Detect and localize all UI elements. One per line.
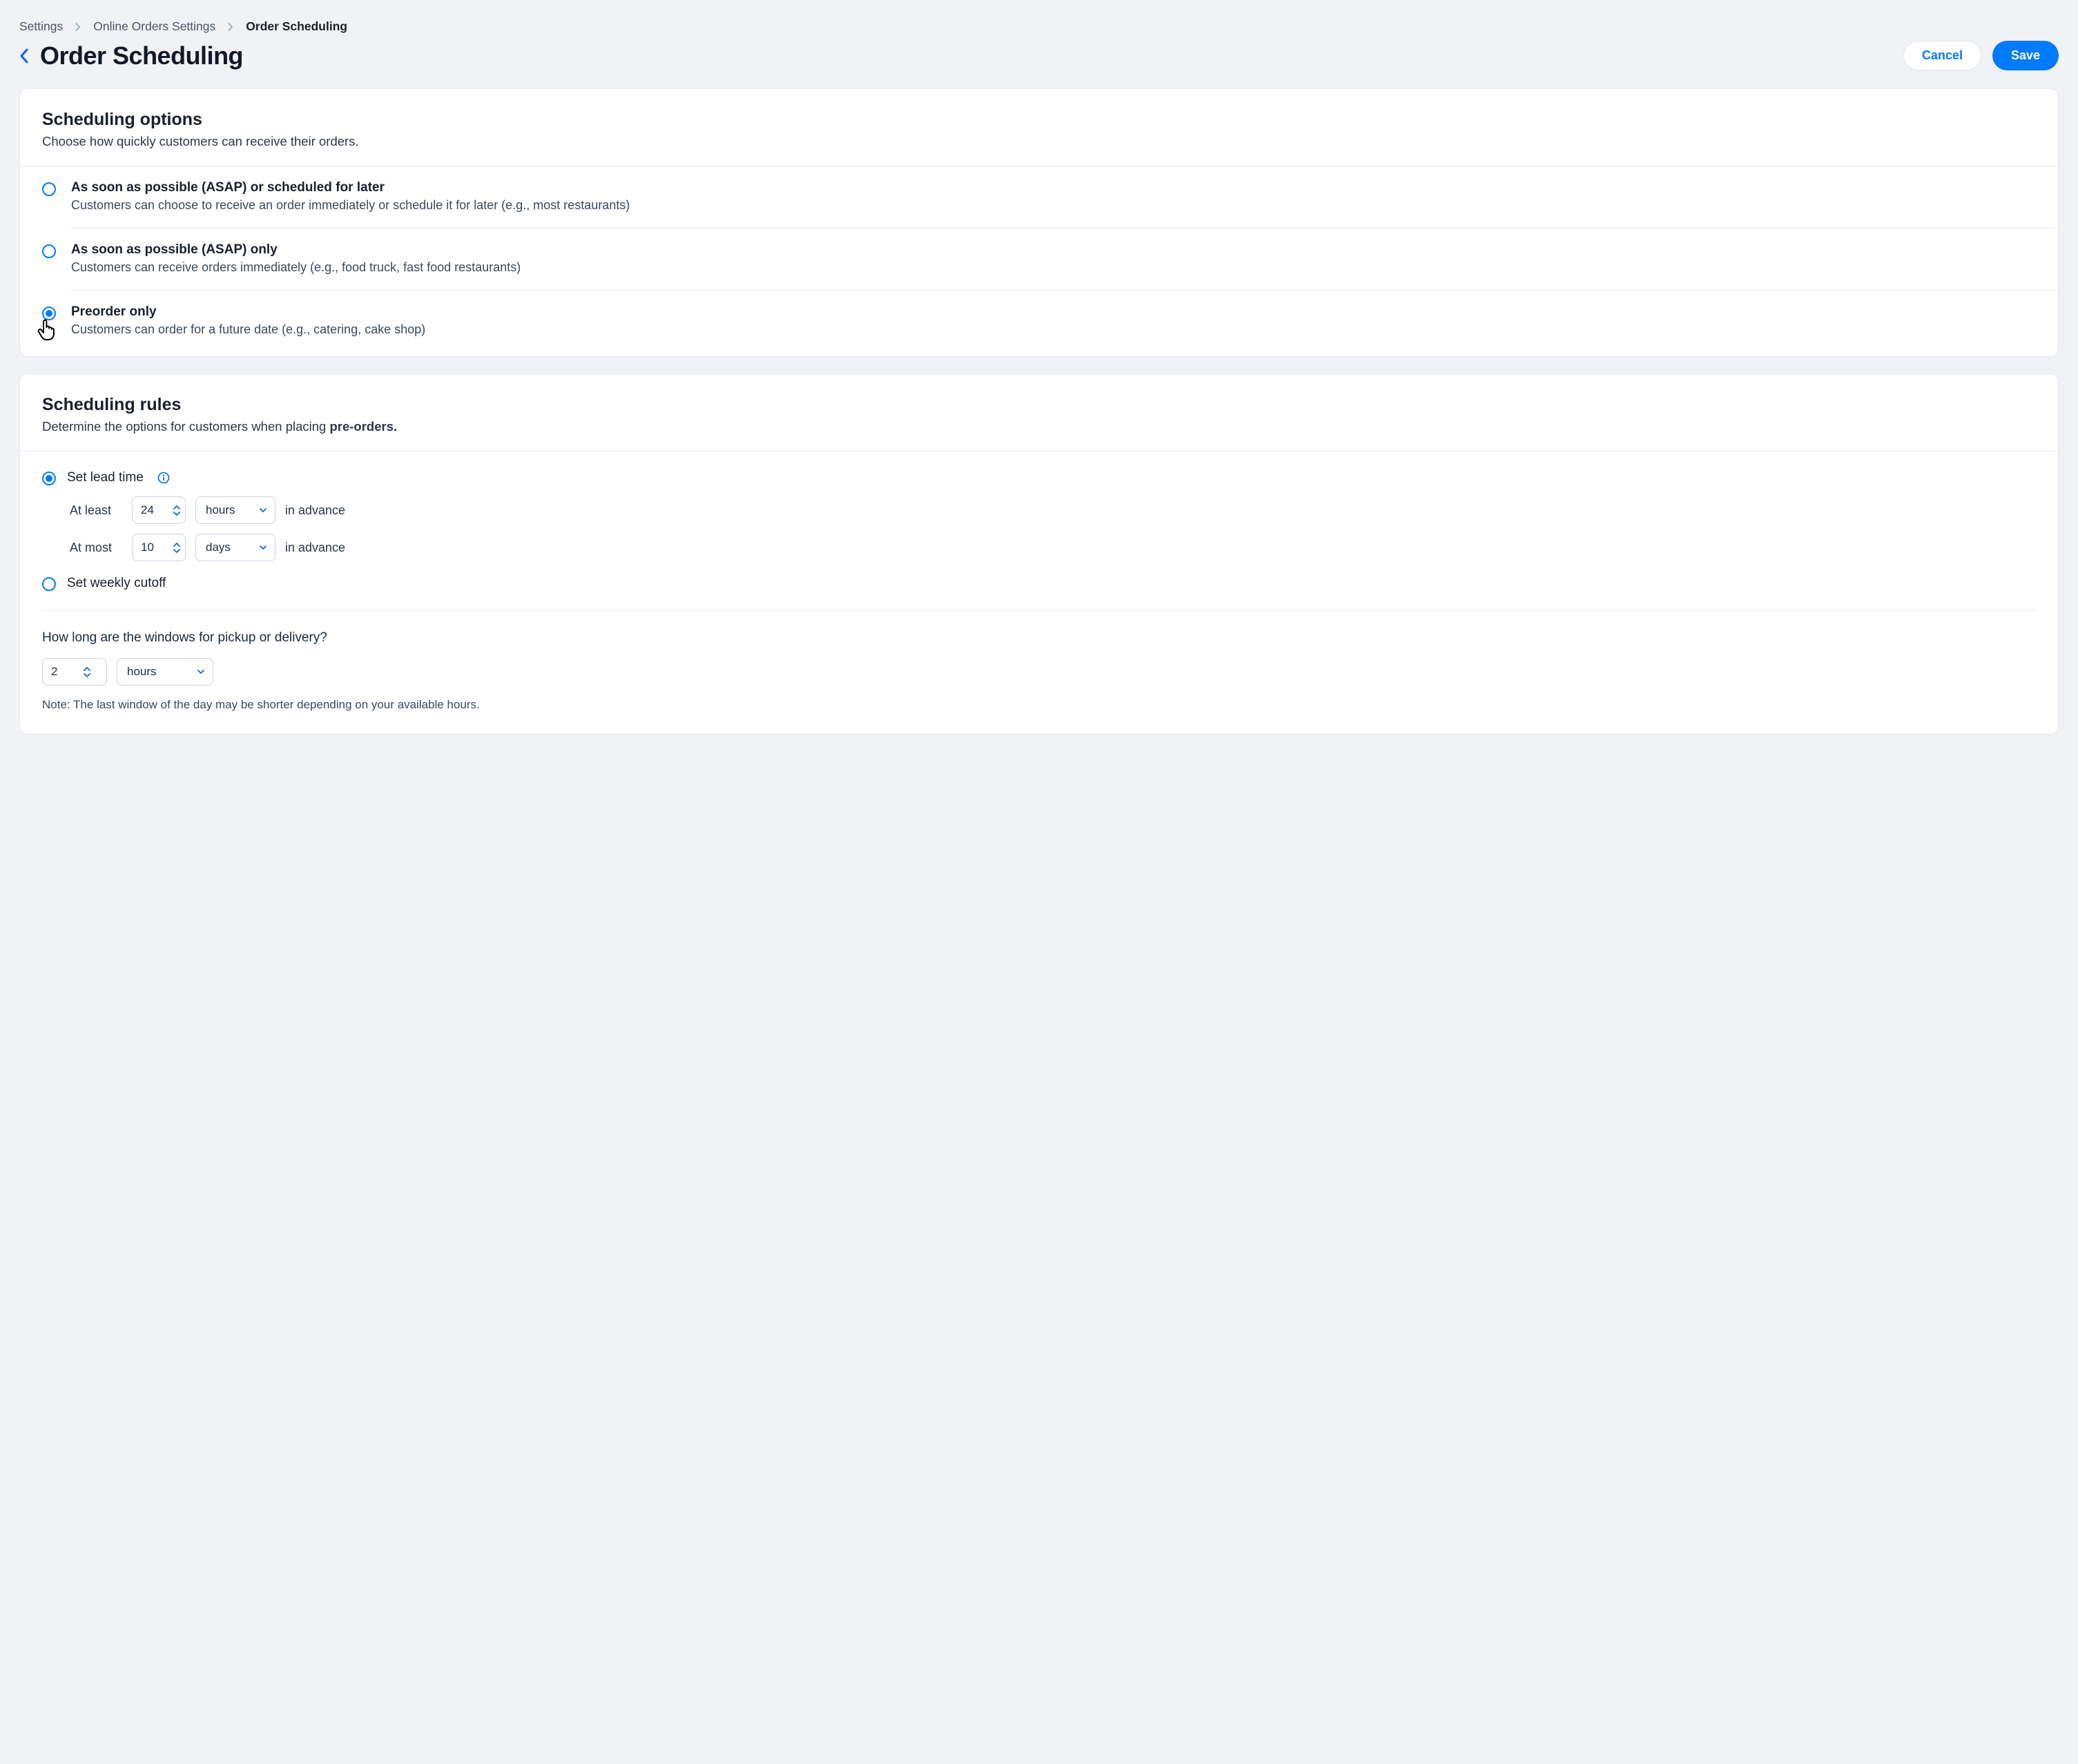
window-length-stepper[interactable] (42, 658, 107, 686)
stepper-up-icon[interactable] (83, 666, 91, 672)
breadcrumb-online-orders[interactable]: Online Orders Settings (93, 19, 215, 34)
info-icon[interactable] (157, 472, 170, 484)
option-description: Customers can receive orders immediately… (71, 260, 521, 275)
page-title: Order Scheduling (40, 41, 243, 70)
at-most-input[interactable] (141, 541, 170, 554)
breadcrumb-settings[interactable]: Settings (19, 19, 63, 34)
stepper-down-icon[interactable] (83, 672, 91, 678)
option-description: Customers can order for a future date (e… (71, 322, 425, 337)
radio-preorder-only[interactable] (42, 307, 56, 320)
option-title: Preorder only (71, 304, 425, 320)
lead-time-option[interactable]: Set lead time (42, 452, 2036, 485)
radio-asap-or-scheduled[interactable] (42, 182, 56, 196)
scheduling-rules-card: Scheduling rules Determine the options f… (19, 374, 2059, 735)
radio-asap-only[interactable] (42, 244, 56, 258)
scheduling-rules-title: Scheduling rules (42, 395, 2036, 415)
at-least-label: At least (70, 503, 122, 518)
stepper-down-icon[interactable] (173, 548, 181, 554)
lead-time-label: Set lead time (67, 470, 144, 485)
breadcrumb: Settings Online Orders Settings Order Sc… (19, 19, 2059, 34)
window-length-question: How long are the windows for pickup or d… (42, 630, 2036, 646)
breadcrumb-current: Order Scheduling (246, 19, 347, 34)
option-title: As soon as possible (ASAP) only (71, 242, 521, 258)
scheduling-rules-subtitle: Determine the options for customers when… (42, 419, 2036, 434)
chevron-down-icon (196, 668, 206, 675)
weekly-cutoff-label: Set weekly cutoff (67, 576, 166, 591)
chevron-right-icon (228, 23, 233, 31)
chevron-down-icon (258, 507, 268, 514)
radio-lead-time[interactable] (42, 472, 56, 485)
asap-or-scheduled-option[interactable]: As soon as possible (ASAP) or scheduled … (20, 166, 2058, 228)
at-most-label: At most (70, 541, 122, 555)
scheduling-options-title: Scheduling options (42, 110, 2036, 130)
at-most-suffix: in advance (285, 541, 345, 555)
chevron-down-icon (258, 544, 268, 551)
option-title: As soon as possible (ASAP) or scheduled … (71, 180, 630, 195)
window-unit-select[interactable]: hours (117, 658, 213, 686)
asap-only-option[interactable]: As soon as possible (ASAP) only Customer… (42, 229, 2058, 290)
radio-weekly-cutoff[interactable] (42, 577, 56, 591)
back-button[interactable] (19, 48, 29, 64)
scheduling-options-subtitle: Choose how quickly customers can receive… (42, 134, 2036, 149)
at-least-unit-label: hours (206, 503, 235, 517)
stepper-up-icon[interactable] (173, 542, 181, 547)
weekly-cutoff-option[interactable]: Set weekly cutoff (42, 561, 2036, 591)
window-length-input[interactable] (51, 665, 80, 679)
cancel-button[interactable]: Cancel (1903, 41, 1981, 70)
preorder-only-option[interactable]: Preorder only Customers can order for a … (42, 291, 2058, 356)
option-description: Customers can choose to receive an order… (71, 198, 630, 213)
at-most-unit-label: days (206, 541, 231, 554)
at-most-stepper[interactable] (132, 534, 186, 561)
scheduling-rules-subtitle-prefix: Determine the options for customers when… (42, 419, 329, 434)
at-most-unit-select[interactable]: days (195, 534, 275, 561)
stepper-down-icon[interactable] (173, 511, 181, 516)
stepper-up-icon[interactable] (173, 505, 181, 510)
at-least-input[interactable] (141, 503, 170, 517)
window-note: Note: The last window of the day may be … (42, 698, 2036, 712)
scheduling-rules-subtitle-bold: pre-orders. (329, 419, 397, 434)
window-unit-label: hours (127, 665, 157, 679)
at-least-unit-select[interactable]: hours (195, 496, 275, 524)
chevron-right-icon (75, 23, 81, 31)
at-least-stepper[interactable] (132, 496, 186, 524)
at-least-suffix: in advance (285, 503, 345, 518)
scheduling-options-card: Scheduling options Choose how quickly cu… (19, 88, 2059, 357)
save-button[interactable]: Save (1992, 41, 2059, 70)
